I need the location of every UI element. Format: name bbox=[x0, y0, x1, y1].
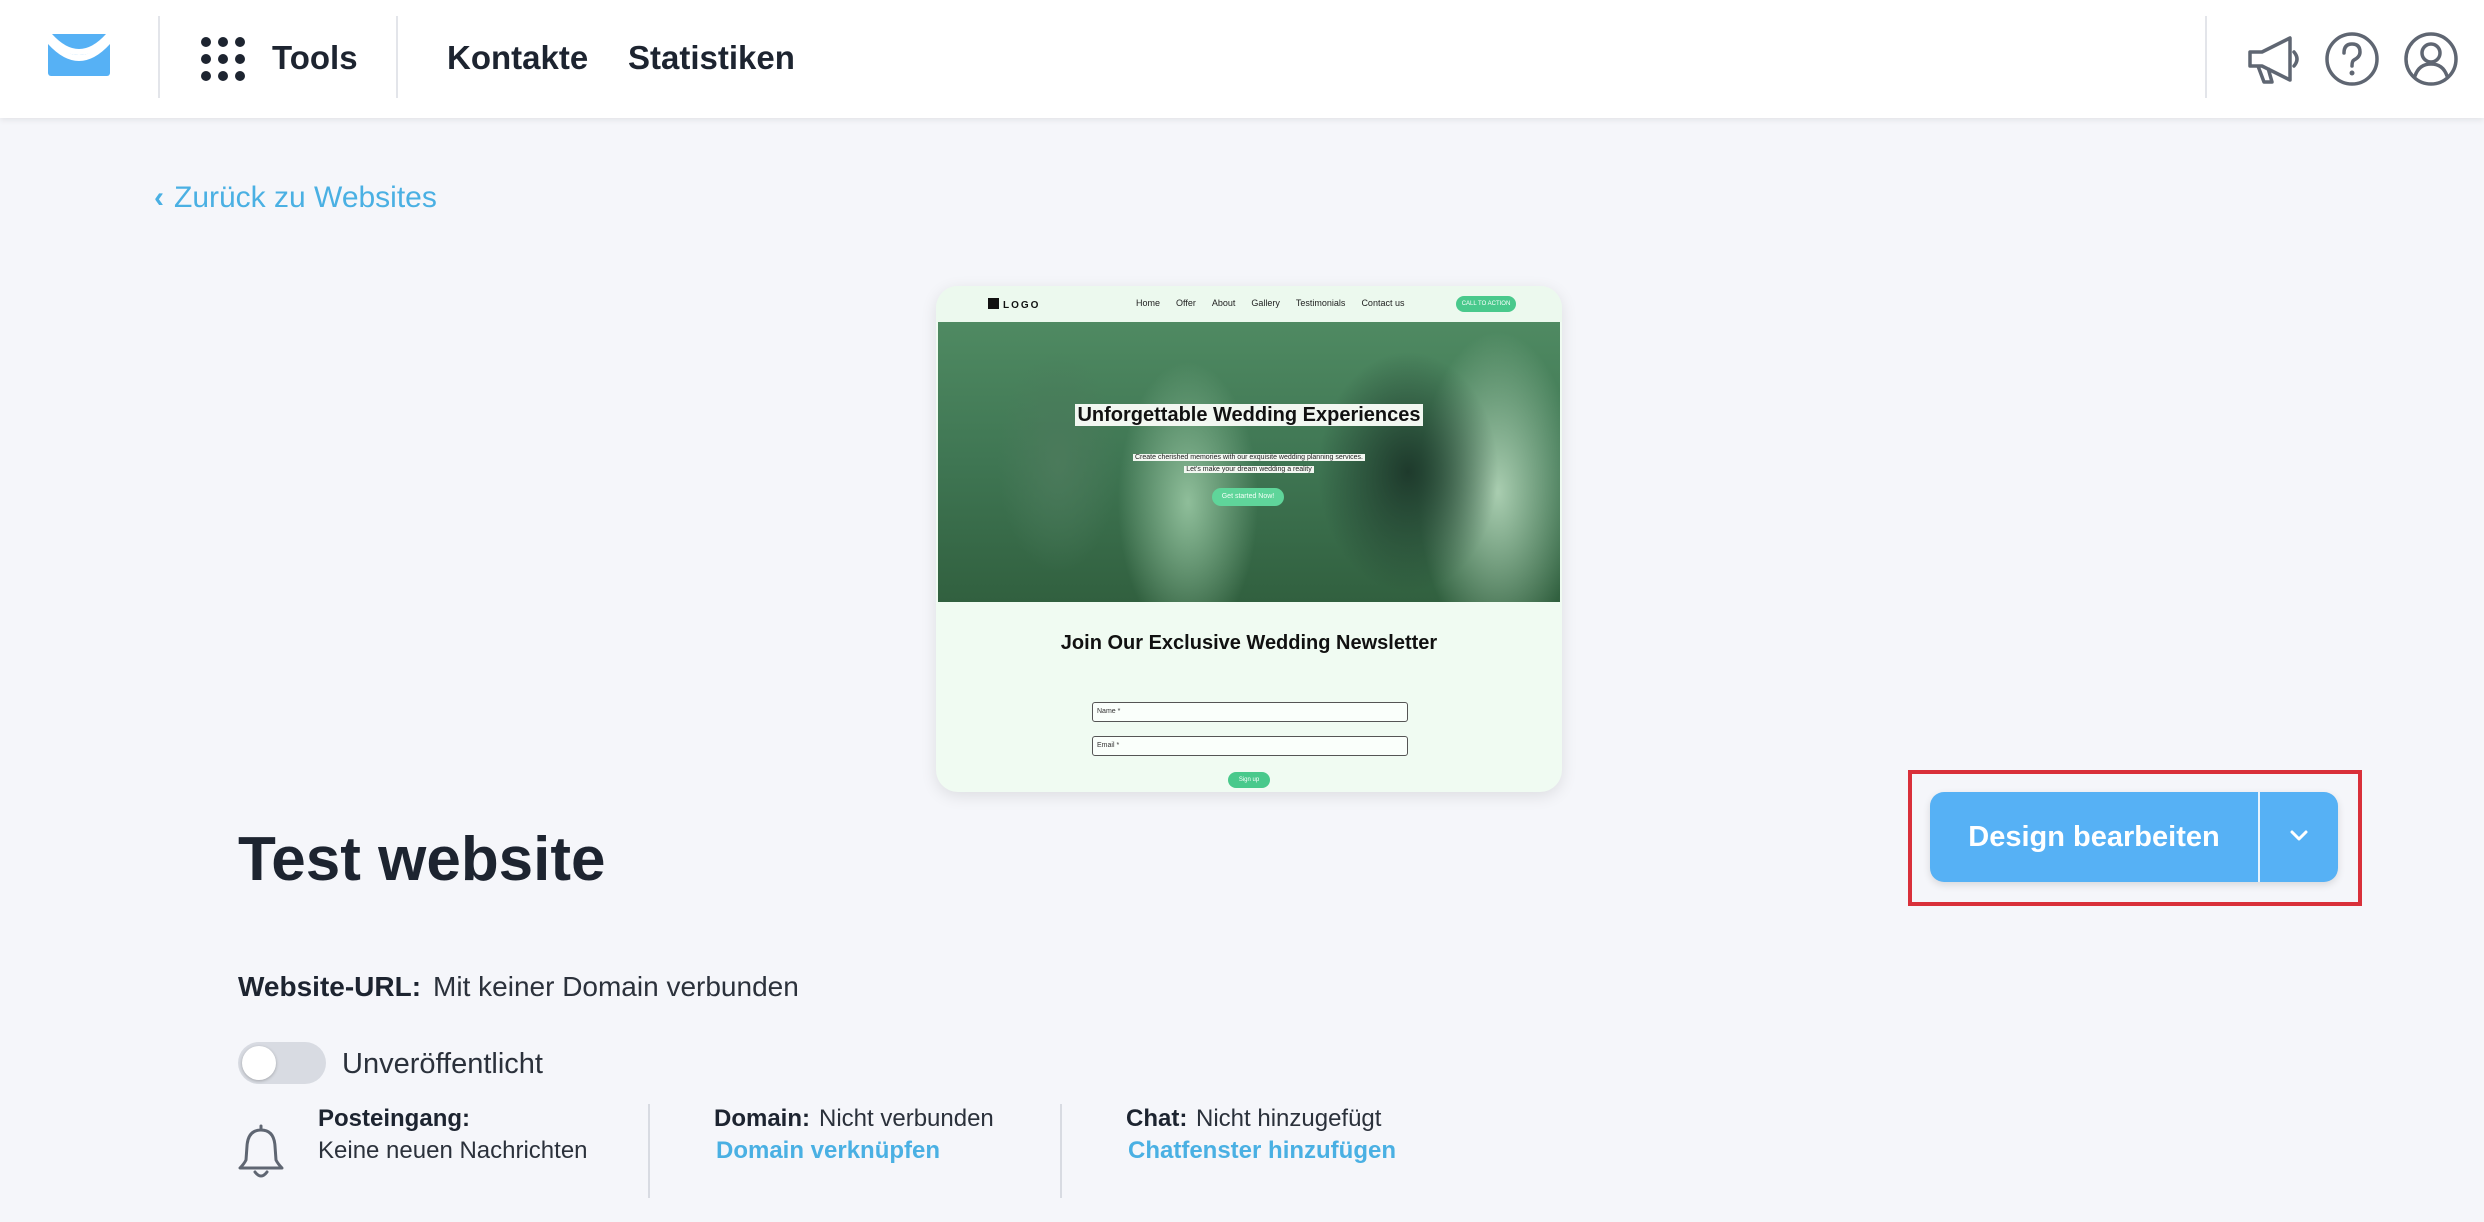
page-title: Test website bbox=[238, 825, 606, 894]
preview-logo-mark-icon bbox=[988, 298, 999, 309]
chevron-down-icon[interactable] bbox=[2260, 792, 2338, 882]
nav-tools[interactable]: Tools bbox=[272, 36, 358, 80]
preview-nav-link: Testimonials bbox=[1295, 298, 1346, 308]
publish-toggle[interactable] bbox=[238, 1042, 326, 1084]
website-preview-thumbnail[interactable]: LOGO Home Offer About Gallery Testimonials Co… bbox=[936, 286, 1562, 792]
website-url-value: Mit keiner Domain verbunden bbox=[433, 971, 799, 1002]
website-url-label: Website-URL: bbox=[238, 971, 422, 1002]
header-divider bbox=[2205, 16, 2207, 98]
connect-domain-link[interactable]: Domain verknüpfen bbox=[716, 1135, 940, 1167]
chat-label: Chat: bbox=[1126, 1105, 1188, 1132]
back-to-websites-link[interactable]: ‹ Zurück zu Websites bbox=[154, 178, 437, 218]
preview-logo: LOGO bbox=[988, 298, 1040, 311]
preview-nav-link: Home bbox=[1136, 298, 1161, 308]
top-navigation-bar: Tools Kontakte Statistiken bbox=[0, 0, 2484, 118]
preview-navbar: LOGO Home Offer About Gallery Testimonials Co… bbox=[936, 286, 1562, 322]
status-divider bbox=[1060, 1104, 1062, 1198]
preview-email-field: Email * bbox=[1092, 736, 1408, 756]
status-divider bbox=[648, 1104, 650, 1198]
envelope-logo-icon[interactable] bbox=[46, 30, 112, 80]
user-avatar-icon[interactable] bbox=[2402, 30, 2460, 88]
preview-hero-subtitle: Create cherished memories with our exqui… bbox=[1132, 454, 1365, 473]
back-link-label: Zurück zu Websites bbox=[174, 181, 437, 214]
preview-nav-link: Contact us bbox=[1361, 298, 1405, 308]
preview-hero-title: Unforgettable Wedding Experiences bbox=[1075, 404, 1423, 426]
megaphone-icon[interactable] bbox=[2244, 30, 2302, 88]
preview-name-field: Name * bbox=[1092, 702, 1408, 722]
chat-value: Nicht hinzugefügt bbox=[1196, 1105, 1382, 1132]
header-divider bbox=[158, 16, 160, 98]
preview-signup-button: Sign up bbox=[1228, 772, 1270, 788]
website-url-row: Website-URL: Mit keiner Domain verbunden bbox=[238, 968, 799, 1006]
design-edit-split-button: Design bearbeiten bbox=[1930, 792, 2338, 882]
preview-hero-image: Unforgettable Wedding Experiences Create… bbox=[938, 322, 1560, 602]
design-edit-button[interactable]: Design bearbeiten bbox=[1930, 792, 2258, 882]
inbox-label: Posteingang: bbox=[318, 1105, 471, 1132]
preview-hero-button: Get started Now! bbox=[1212, 488, 1284, 506]
chevron-left-icon: ‹ bbox=[154, 181, 164, 214]
header-divider bbox=[396, 16, 398, 98]
bell-icon bbox=[238, 1124, 284, 1178]
preview-newsletter-title: Join Our Exclusive Wedding Newsletter bbox=[1060, 632, 1438, 654]
preview-nav-link: Gallery bbox=[1251, 298, 1280, 308]
preview-nav-links: Home Offer About Gallery Testimonials Contact… bbox=[1136, 298, 1420, 308]
preview-nav-link: Offer bbox=[1176, 298, 1196, 308]
inbox-value: Keine neuen Nachrichten bbox=[318, 1137, 588, 1164]
preview-nav-cta: CALL TO ACTION bbox=[1456, 296, 1516, 312]
apps-grid-icon[interactable] bbox=[200, 36, 246, 82]
nav-statistics[interactable]: Statistiken bbox=[628, 36, 795, 80]
help-circle-icon[interactable] bbox=[2323, 30, 2381, 88]
add-chat-window-link[interactable]: Chatfenster hinzufügen bbox=[1128, 1135, 1396, 1167]
toggle-knob bbox=[242, 1046, 276, 1080]
domain-value: Nicht verbunden bbox=[819, 1105, 994, 1132]
domain-label: Domain: bbox=[714, 1105, 810, 1132]
publish-state-label: Unveröffentlicht bbox=[342, 1048, 543, 1080]
nav-contacts[interactable]: Kontakte bbox=[447, 36, 588, 80]
preview-nav-link: About bbox=[1211, 298, 1236, 308]
